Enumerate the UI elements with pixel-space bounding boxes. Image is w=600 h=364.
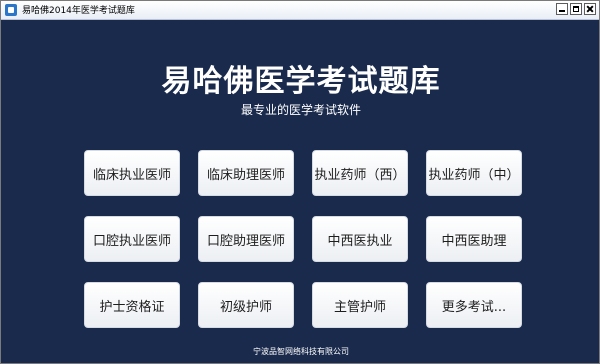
exam-button-pharmacist-chinese[interactable]: 执业药师（中） [426,150,522,196]
exam-button-grid: 临床执业医师 临床助理医师 执业药师（西） 执业药师（中） 口腔执业医师 口腔助… [84,150,522,330]
exam-button-integrated-assistant[interactable]: 中西医助理 [426,216,522,262]
window-controls [556,3,596,15]
exam-button-dental-assistant[interactable]: 口腔助理医师 [198,216,294,262]
main-title: 易哈佛医学考试题库 [161,64,441,99]
app-icon [5,4,17,16]
close-icon[interactable] [584,3,596,15]
maximize-icon[interactable] [570,3,582,15]
exam-button-more-exams[interactable]: 更多考试... [426,282,522,328]
minimize-icon[interactable] [556,3,568,15]
subtitle: 最专业的医学考试软件 [240,103,361,117]
app-window: 易哈佛2014年医学考试题库 易哈佛医学考试题库 最专业的医学考试软件 临床执业… [0,0,600,364]
exam-button-junior-nurse[interactable]: 初级护师 [198,282,294,328]
exam-button-clinical-practitioner[interactable]: 临床执业医师 [84,150,180,196]
exam-button-pharmacist-western[interactable]: 执业药师（西） [312,150,408,196]
window-title: 易哈佛2014年医学考试题库 [22,6,135,16]
exam-button-integrated-practitioner[interactable]: 中西医执业 [312,216,408,262]
exam-button-clinical-assistant[interactable]: 临床助理医师 [198,150,294,196]
footer-company: 宁波品智网络科技有限公司 [253,347,349,356]
exam-button-nurse-qualification[interactable]: 护士资格证 [84,282,180,328]
title-bar[interactable]: 易哈佛2014年医学考试题库 [1,1,599,20]
exam-button-supervising-nurse[interactable]: 主管护师 [312,282,408,328]
exam-button-dental-practitioner[interactable]: 口腔执业医师 [84,216,180,262]
